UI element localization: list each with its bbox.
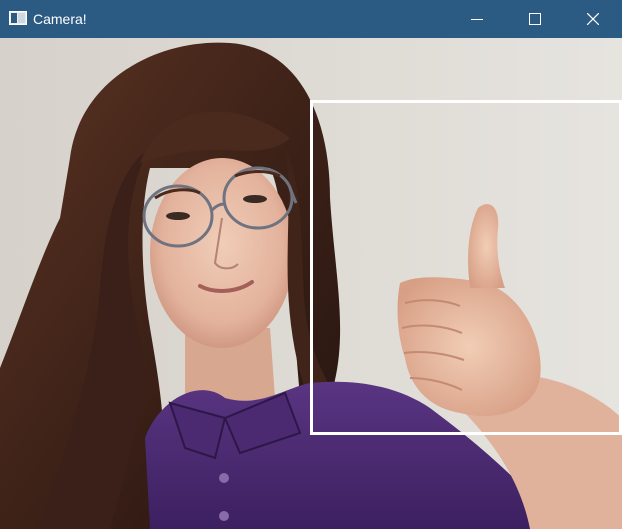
- camera-window: Camera!: [0, 0, 622, 529]
- title-bar[interactable]: Camera!: [0, 0, 622, 38]
- minimize-button[interactable]: [448, 0, 506, 38]
- close-button[interactable]: [564, 0, 622, 38]
- maximize-icon: [529, 13, 541, 25]
- shirt-button: [219, 511, 229, 521]
- window-title: Camera!: [33, 11, 87, 27]
- right-eye: [243, 195, 267, 203]
- app-icon: [9, 11, 27, 25]
- maximize-button[interactable]: [506, 0, 564, 38]
- camera-viewport: [0, 38, 622, 529]
- close-icon: [587, 13, 599, 25]
- camera-feed: [0, 38, 622, 529]
- shirt-button: [219, 473, 229, 483]
- left-eye: [166, 212, 190, 220]
- minimize-icon: [471, 13, 483, 25]
